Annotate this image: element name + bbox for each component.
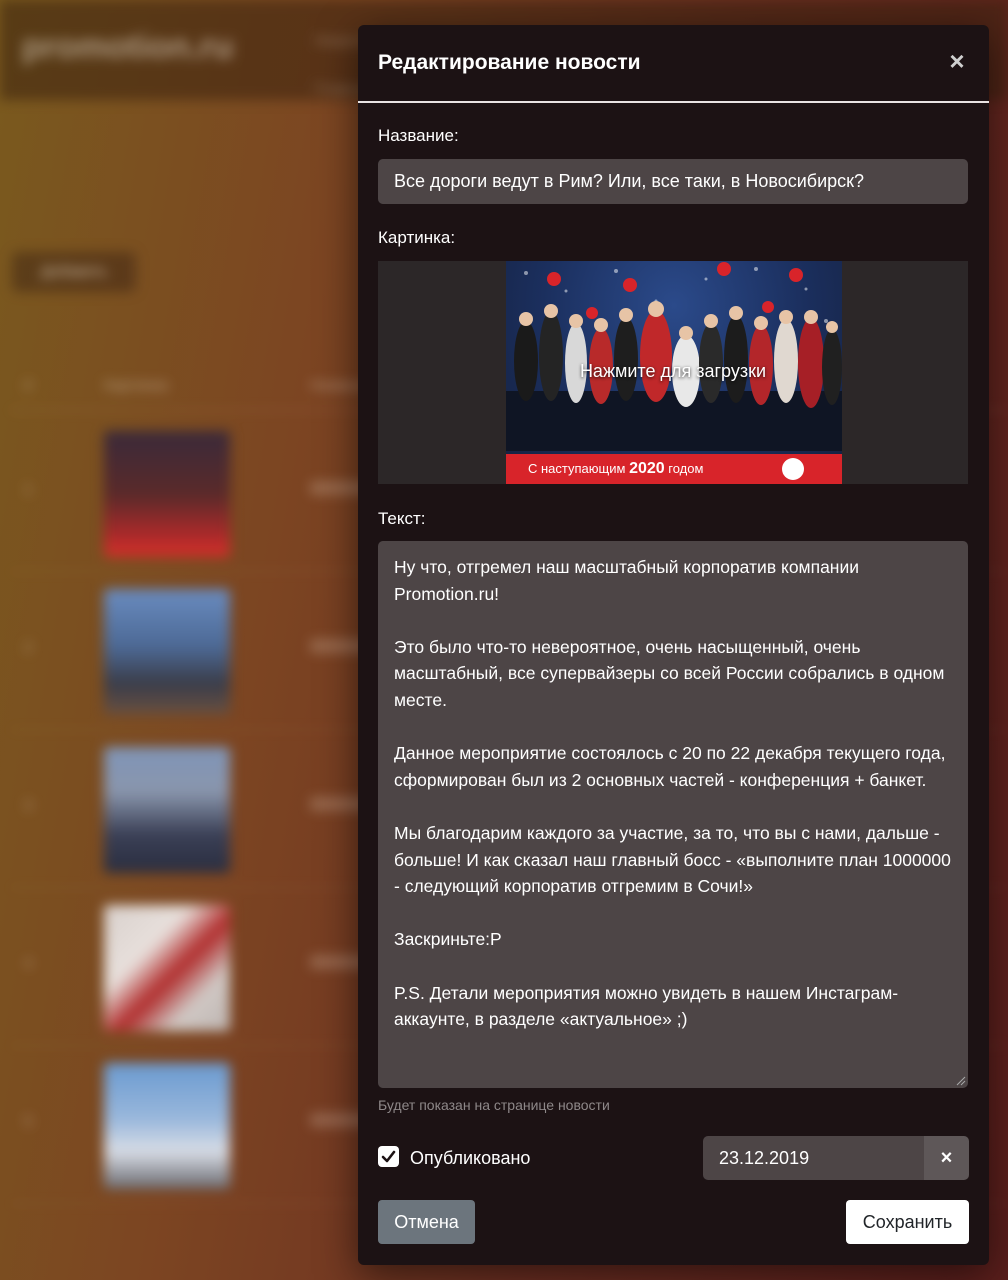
- row-number: 4: [24, 955, 33, 972]
- cancel-button[interactable]: Отмена: [378, 1200, 475, 1244]
- title-input[interactable]: Все дороги ведут в Рим? Или, все таки, в…: [378, 159, 968, 204]
- text-hint: Будет показан на странице новости: [378, 1097, 610, 1113]
- close-icon[interactable]: ×: [945, 47, 969, 75]
- row-thumbnail: [104, 1063, 230, 1189]
- image-label: Картинка:: [378, 228, 456, 247]
- save-button[interactable]: Сохранить: [846, 1200, 969, 1244]
- edit-news-modal: Редактирование новости × Название: Все д…: [358, 25, 989, 1265]
- resize-handle-icon[interactable]: [956, 1076, 966, 1086]
- row-thumbnail: [104, 589, 230, 715]
- row-thumbnail: [104, 747, 230, 873]
- clear-date-button[interactable]: ×: [924, 1136, 969, 1180]
- date-input[interactable]: 23.12.2019: [703, 1136, 924, 1180]
- modal-header: Редактирование новости ×: [358, 25, 989, 103]
- text-label: Текст:: [378, 509, 426, 528]
- column-header: Картинка: [104, 377, 168, 394]
- news-text-textarea[interactable]: Ну что, отгремел наш масштабный корпорат…: [378, 541, 968, 1088]
- title-label: Название:: [378, 126, 459, 145]
- row-thumbnail: [104, 431, 230, 557]
- row-thumbnail: [104, 905, 230, 1031]
- add-news-button: Добавить: [12, 252, 136, 292]
- clear-icon: ×: [940, 1147, 953, 1169]
- image-upload-area[interactable]: С наступающим 2020 годом Нажмите для заг…: [378, 261, 968, 484]
- banner-text: С наступающим 2020 годом: [528, 460, 704, 477]
- upload-hint: Нажмите для загрузки: [579, 361, 767, 381]
- row-number: 5: [24, 1113, 33, 1130]
- checkmark-icon: [381, 1150, 396, 1163]
- modal-title: Редактирование новости: [378, 51, 641, 74]
- row-number: 1: [24, 481, 33, 498]
- brand-logo-icon: [782, 458, 804, 480]
- greeting-banner: С наступающим 2020 годом: [506, 454, 842, 484]
- site-logo: promotion.ru: [22, 28, 234, 66]
- row-number: 2: [24, 639, 33, 656]
- row-number: 3: [24, 797, 33, 814]
- published-label[interactable]: Опубликовано: [410, 1148, 530, 1169]
- published-checkbox[interactable]: [378, 1146, 399, 1167]
- column-header: #: [24, 377, 33, 394]
